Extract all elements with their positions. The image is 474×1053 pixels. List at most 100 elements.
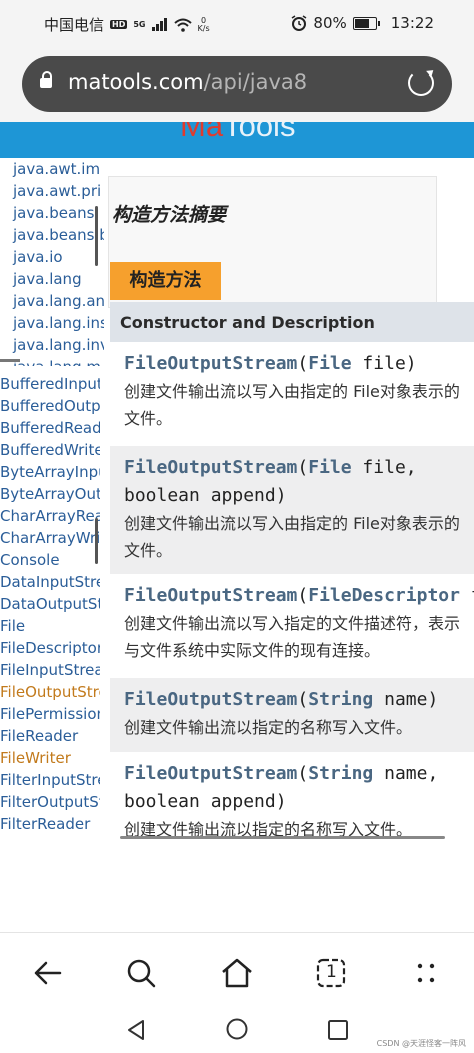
url-text[interactable]: matools.com/api/java8 [68,70,307,94]
paren-open: ( [297,689,309,710]
constructor-link[interactable]: FileOutputStream [124,585,297,606]
home-button[interactable] [217,953,257,993]
home-icon [222,958,252,988]
net-speed: 0 K/s [197,16,210,33]
constructor-signature: FileOutputStream(String name) [124,686,474,714]
param-type-link[interactable]: String [308,763,373,784]
address-bar[interactable]: matools.com/api/java8 [22,56,452,112]
paren-open: ( [297,457,309,478]
tab-constructors[interactable]: 构造方法 [110,262,221,300]
param-rest: name) [373,689,439,710]
nav-home-icon[interactable] [225,1017,249,1041]
menu-button[interactable] [406,953,446,993]
battery-percent: 80% [313,14,347,32]
param-type-link[interactable]: String [308,689,373,710]
class-link[interactable]: CharArrayWrite [0,527,100,549]
param-type-link[interactable]: File [308,353,351,374]
package-list-scrollbar[interactable] [95,206,98,266]
constructor-link[interactable]: FileOutputStream [124,457,297,478]
class-link[interactable]: FilterReader [0,813,100,835]
package-link[interactable]: java.io [0,246,104,268]
constructor-signature: FileOutputStream(File file, [124,454,474,482]
url-host: matools.com [68,70,204,94]
class-link[interactable]: CharArrayRead [0,505,100,527]
class-link[interactable]: FilterOutputStr [0,791,100,813]
frame-divider[interactable] [0,359,20,362]
constructor-row: FileOutputStream(String name, boolean app… [110,752,474,842]
class-link[interactable]: Console [0,549,100,571]
package-link[interactable]: java.lang [0,268,104,290]
system-nav-bar: CSDN @天涯怪客一阵风 [0,1008,474,1053]
class-link[interactable]: FileDescriptor [0,637,100,659]
lock-icon[interactable] [40,71,52,90]
class-link[interactable]: ByteArrayInpu [0,461,100,483]
constructor-signature: FileOutputStream(String name, [124,760,474,788]
nav-back-icon[interactable] [124,1018,148,1042]
class-link[interactable]: ByteArrayOutp [0,483,100,505]
class-link[interactable]: File [0,615,100,637]
net-speed-unit: K/s [197,23,210,33]
alarm-icon [292,15,307,31]
class-link[interactable]: FileReader [0,725,100,747]
constructor-link[interactable]: FileOutputStream [124,763,297,784]
search-icon [127,959,156,988]
param-type-link[interactable]: File [308,457,351,478]
class-link[interactable]: BufferedWriter [0,439,100,461]
constructor-description: 创建文件输出流以写入由指定的 File对象表示的文件。 [124,514,460,560]
network-label: 5G [133,19,146,29]
clock: 13:22 [390,14,434,32]
package-link[interactable]: java.beans [0,202,104,224]
class-list: BufferedInputSBufferedOutpuBufferedReade… [0,373,100,841]
constructor-row: FileOutputStream(String name) 创建文件输出流以指定的… [110,678,474,752]
content-scrollbar[interactable] [120,836,445,839]
watermark: CSDN @天涯怪客一阵风 [376,1039,466,1048]
site-header: MaTools [0,122,474,158]
class-link[interactable]: FilterInputStre [0,769,100,791]
class-list-scrollbar[interactable] [95,518,98,564]
class-link[interactable]: FileWriter [0,747,100,769]
class-link[interactable]: FilePermission [0,703,100,725]
logo-part-ma: Ma [180,122,224,143]
package-link[interactable]: java.lang.inv [0,334,104,356]
tabs-count: 1 [326,962,337,982]
logo-part-tools: Tools [223,122,296,143]
class-link[interactable]: DataOutputStr [0,593,100,615]
reload-icon[interactable] [408,70,434,96]
search-button[interactable] [121,953,161,993]
browser-address-area: matools.com/api/java8 [0,48,474,122]
class-link[interactable]: DataInputStrea [0,571,100,593]
url-path: /api/java8 [203,70,308,94]
paren-open: ( [297,585,309,606]
nav-recents-icon[interactable] [326,1018,350,1042]
constructor-signature: FileOutputStream(FileDescriptor fdObj) [124,582,474,610]
status-bar: 中国电信 HD 5G 0 K/s 80% 13:22 [0,0,474,48]
carrier-label: 中国电信 [44,16,105,34]
package-link[interactable]: java.lang.an [0,290,104,312]
signal-icon [151,18,167,31]
back-button[interactable] [28,953,68,993]
status-left: 中国电信 HD 5G 0 K/s [44,14,210,35]
constructor-row: FileOutputStream(FileDescriptor fdObj) 创建… [110,574,474,678]
constructor-description: 创建文件输出流以写入由指定的 File对象表示的文件。 [124,382,460,428]
constructor-signature-cont: boolean append) [124,485,287,506]
class-link[interactable]: BufferedOutpu [0,395,100,417]
param-rest: fdObj) [460,585,474,606]
more-dots-icon [417,963,435,983]
site-logo[interactable]: MaTools [180,122,295,144]
package-link[interactable]: java.beans.b [0,224,104,246]
class-link[interactable]: FileInputStrean [0,659,100,681]
constructor-signature: FileOutputStream(File file) [124,350,474,378]
class-link[interactable]: FileOutputStre [0,681,100,703]
class-link[interactable]: BufferedReade [0,417,100,439]
package-link[interactable]: java.awt.im [0,158,104,180]
constructor-link[interactable]: FileOutputStream [124,689,297,710]
constructor-row: FileOutputStream(File file, boolean appen… [110,446,474,574]
constructor-link[interactable]: FileOutputStream [124,353,297,374]
tabs-button[interactable]: 1 [311,953,351,993]
class-link[interactable]: BufferedInputS [0,373,100,395]
wifi-icon [173,18,192,32]
param-type-link[interactable]: FileDescriptor [308,585,460,606]
package-link[interactable]: java.lang.ins [0,312,104,334]
paren-open: ( [297,763,309,784]
package-link[interactable]: java.awt.pri [0,180,104,202]
